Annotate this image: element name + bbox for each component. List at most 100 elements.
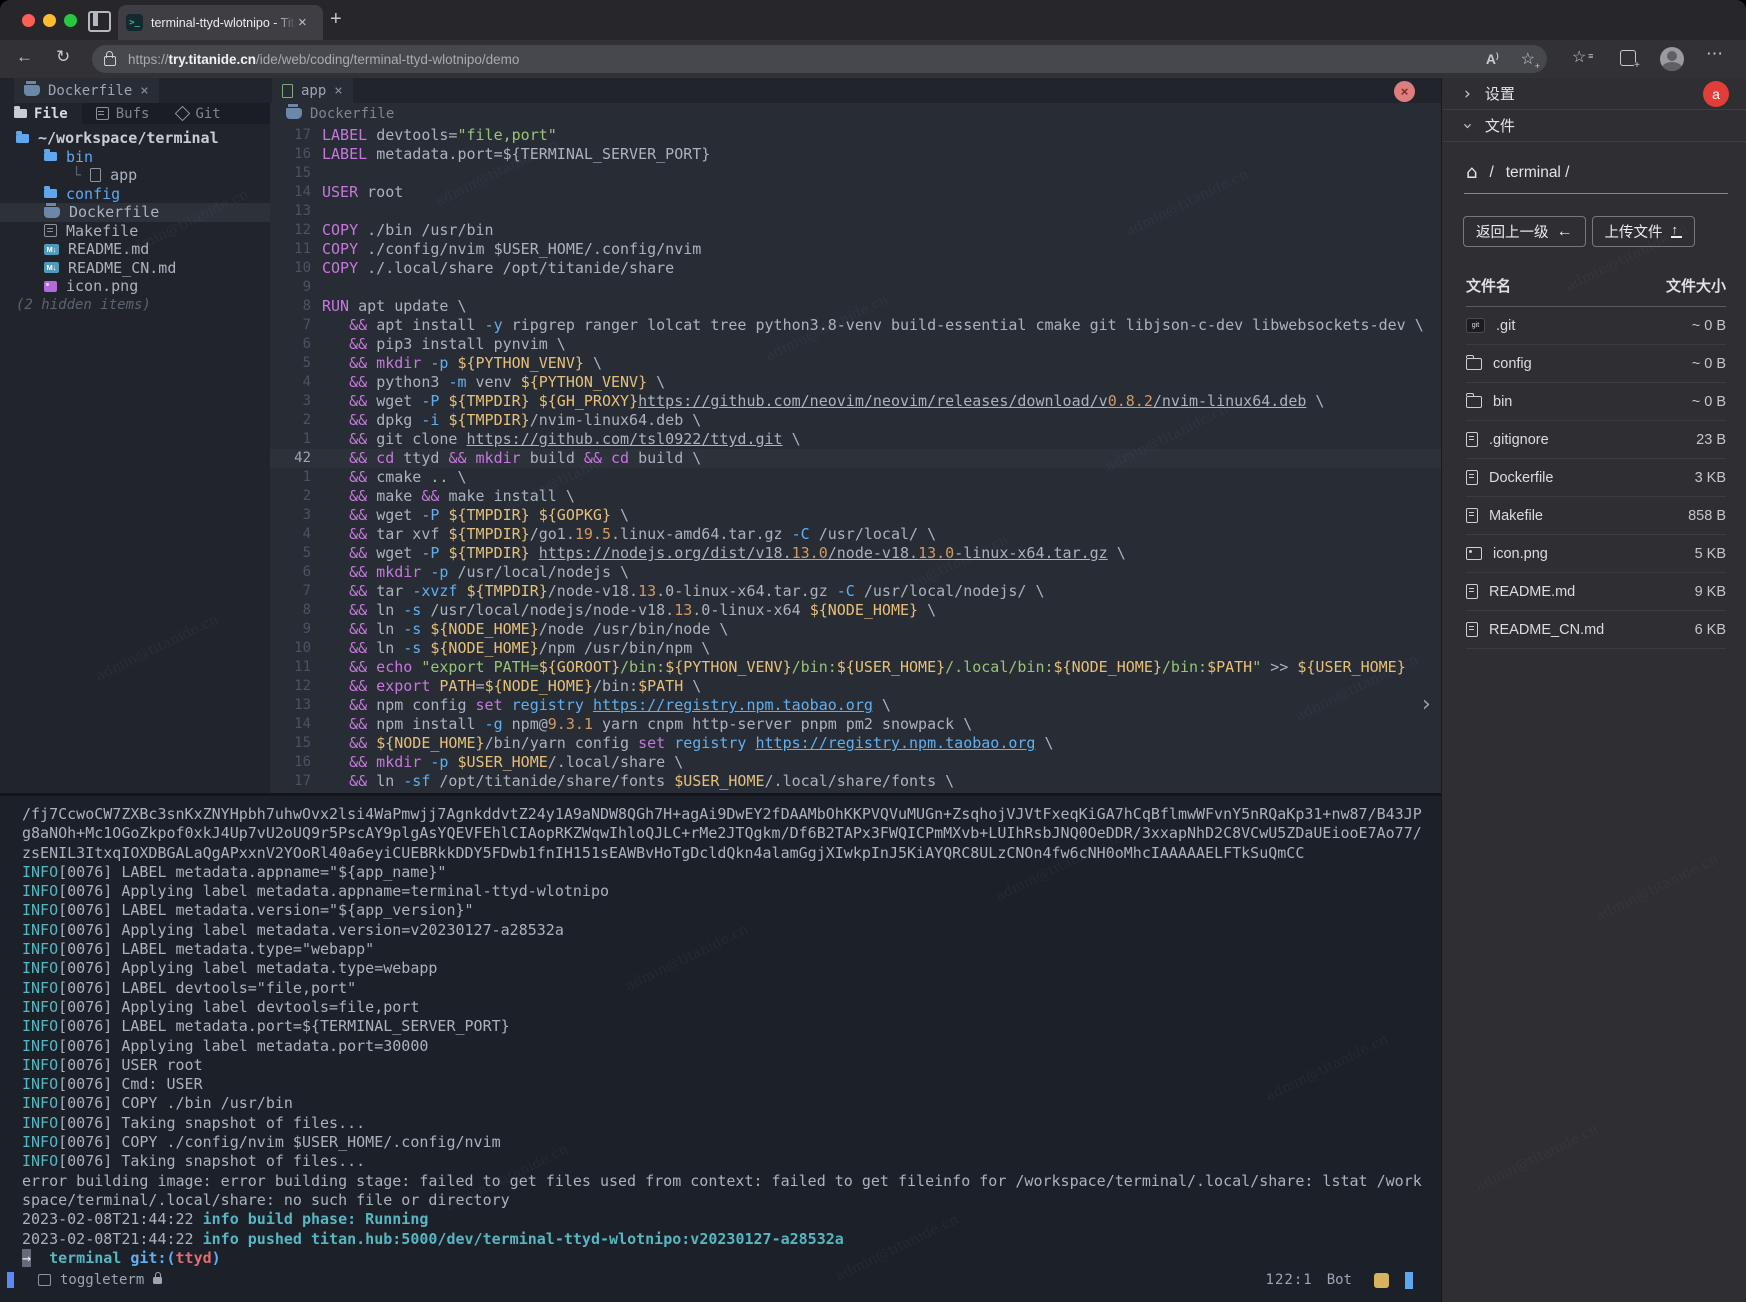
close-icon[interactable]: × [140, 83, 148, 99]
terminal-line: /fj7CcwoCW7ZXBc3snKxZNYHpbh7uhwOvx2lsi4W… [22, 805, 1441, 824]
code-line[interactable]: 2 && dpkg -i ${TMPDIR}/nvim-linux64.deb … [270, 411, 1441, 430]
tree-item-icon-png[interactable]: icon.png [0, 277, 270, 296]
code-line[interactable]: 15 [270, 164, 1441, 183]
sidebar-tab-file[interactable]: File [0, 103, 82, 124]
terminal-panel[interactable]: /fj7CcwoCW7ZXBc3snKxZNYHpbh7uhwOvx2lsi4W… [0, 793, 1441, 1302]
path-breadcrumb: ⌂ / terminal / [1442, 142, 1746, 193]
file-row-config[interactable]: config~ 0 B [1466, 345, 1726, 383]
code-line[interactable]: 15 && ${NODE_HOME}/bin/yarn config set r… [270, 734, 1441, 753]
code-line[interactable]: 6 && mkdir -p /usr/local/nodejs \ [270, 563, 1441, 582]
back-icon[interactable]: ← [16, 47, 33, 67]
tab-close-icon[interactable]: × [298, 14, 307, 31]
code-line[interactable]: 17LABEL devtools="file,port" [270, 126, 1441, 145]
browser-sidebar-icon[interactable] [88, 11, 111, 32]
folder-icon [44, 189, 57, 198]
editor-buffer-tab[interactable]: app × [272, 78, 353, 103]
browser-tab[interactable]: >_ terminal-ttyd-wlotnipo - TitanI × [118, 5, 323, 40]
address-bar[interactable]: https://try.titanide.cn/ide/web/coding/t… [92, 45, 1547, 73]
sidebar-buffer-tab[interactable]: Dockerfile × [14, 78, 159, 103]
user-badge[interactable]: a [1703, 81, 1729, 107]
tree-item-readme-md[interactable]: M↓README.md [0, 240, 270, 259]
code-line[interactable]: 9 [270, 278, 1441, 297]
tree-item--workspace-terminal[interactable]: ~/workspace/terminal [0, 129, 270, 148]
tree-item-config[interactable]: config [0, 185, 270, 204]
line-number: 7 [270, 316, 322, 335]
more-menu-icon[interactable]: ⋯ [1706, 44, 1723, 64]
file-row-makefile[interactable]: Makefile858 B [1466, 497, 1726, 535]
file-row--gitignore[interactable]: .gitignore23 B [1466, 421, 1726, 459]
code-line[interactable]: 5 && mkdir -p ${PYTHON_VENV} \ [270, 354, 1441, 373]
go-up-button[interactable]: 返回上一级 ← [1463, 216, 1586, 247]
code-line[interactable]: 11 && echo "export PATH=${GOROOT}/bin:${… [270, 658, 1441, 677]
code-line[interactable]: 13 && npm config set registry https://re… [270, 696, 1441, 715]
file-row-bin[interactable]: bin~ 0 B [1466, 383, 1726, 421]
tree-item-readme-cn-md[interactable]: M↓README_CN.md [0, 259, 270, 278]
code-line[interactable]: 7 && apt install -y ripgrep ranger lolca… [270, 316, 1441, 335]
profile-avatar[interactable] [1660, 47, 1684, 71]
code-line[interactable]: 9 && ln -s ${NODE_HOME}/node /usr/bin/no… [270, 620, 1441, 639]
file-row-readme-cn-md[interactable]: README_CN.md6 KB [1466, 611, 1726, 649]
section-files[interactable]: › 文件 [1442, 110, 1746, 142]
code-line[interactable]: 4 && tar xvf ${TMPDIR}/go1.19.5.linux-am… [270, 525, 1441, 544]
window-zoom-button[interactable] [64, 14, 77, 27]
browser-titlebar: >_ terminal-ttyd-wlotnipo - TitanI × + [0, 0, 1746, 40]
sidebar-tab-bufs[interactable]: Bufs [82, 103, 164, 124]
tree-item-dockerfile[interactable]: Dockerfile [0, 203, 270, 222]
code-line[interactable]: 10 && ln -s ${NODE_HOME}/npm /usr/bin/np… [270, 639, 1441, 658]
reload-icon[interactable]: ↻ [56, 47, 70, 67]
url-text[interactable]: https://try.titanide.cn/ide/web/coding/t… [128, 52, 519, 67]
line-number: 2 [270, 487, 322, 506]
code-line[interactable]: 11COPY ./config/nvim $USER_HOME/.config/… [270, 240, 1441, 259]
tree-item-app[interactable]: └ app [0, 166, 270, 185]
code-line[interactable]: 3 && wget -P ${TMPDIR} ${GH_PROXY}https:… [270, 392, 1441, 411]
section-settings[interactable]: › 设置 a [1442, 78, 1746, 110]
collections-icon[interactable] [1620, 50, 1636, 66]
line-number: 7 [270, 582, 322, 601]
code-line[interactable]: 3 && wget -P ${TMPDIR} ${GOPKG} \ [270, 506, 1441, 525]
code-line[interactable]: 1 && cmake .. \ [270, 468, 1441, 487]
code-line[interactable]: 14USER root [270, 183, 1441, 202]
code-line[interactable]: 6 && pip3 install pynvim \ [270, 335, 1441, 354]
code-line-current[interactable]: 42 && cd ttyd && mkdir build && cd build… [270, 449, 1441, 468]
tree-item-makefile[interactable]: Makefile [0, 222, 270, 241]
close-icon[interactable]: × [334, 83, 342, 99]
file-row--git[interactable]: git.git~ 0 B [1466, 307, 1726, 345]
file-row-readme-md[interactable]: README.md9 KB [1466, 573, 1726, 611]
home-icon[interactable]: ⌂ [1466, 162, 1477, 183]
line-number: 13 [270, 202, 322, 221]
code-line[interactable]: 5 && wget -P ${TMPDIR} https://nodejs.or… [270, 544, 1441, 563]
window-minimize-button[interactable] [43, 14, 56, 27]
code-line[interactable]: 13 [270, 202, 1441, 221]
add-favorite-icon[interactable]: ☆+ [1521, 49, 1535, 69]
code-line[interactable]: 16 && mkdir -p $USER_HOME/.local/share \ [270, 753, 1441, 772]
code-editor[interactable]: Dockerfile 17LABEL devtools="file,port"1… [270, 103, 1441, 793]
terminal-line: INFO[0076] Applying label devtools=file,… [22, 998, 1441, 1017]
code-line[interactable]: 8 && ln -s /usr/local/nodejs/node-v18.13… [270, 601, 1441, 620]
code-line[interactable]: 12 && export PATH=${NODE_HOME}/bin:$PATH… [270, 677, 1441, 696]
code-line[interactable]: 10COPY ./.local/share /opt/titanide/shar… [270, 259, 1441, 278]
code-line[interactable]: 1 && git clone https://github.com/tsl092… [270, 430, 1441, 449]
close-editor-button[interactable]: × [1394, 81, 1415, 102]
code-line[interactable]: 2 && make && make install \ [270, 487, 1441, 506]
markdown-icon: M↓ [44, 244, 59, 255]
code-line[interactable]: 8RUN apt update \ [270, 297, 1441, 316]
upload-button[interactable]: 上传文件 [1592, 216, 1695, 247]
code-line[interactable]: 16LABEL metadata.port=${TERMINAL_SERVER_… [270, 145, 1441, 164]
code-line[interactable]: 14 && npm install -g npm@9.3.1 yarn cnpm… [270, 715, 1441, 734]
new-tab-button[interactable]: + [330, 8, 342, 31]
favorites-bar-icon[interactable]: ☆≡ [1572, 49, 1586, 66]
file-explorer-sidebar: FileBufsGit ~/workspace/terminalbin└ app… [0, 103, 270, 793]
read-aloud-icon[interactable]: A) [1486, 51, 1499, 67]
code-line[interactable]: 12COPY ./bin /usr/bin [270, 221, 1441, 240]
file-row-dockerfile[interactable]: Dockerfile3 KB [1466, 459, 1726, 497]
code-line[interactable]: 4 && python3 -m venv ${PYTHON_VENV} \ [270, 373, 1441, 392]
file-row-icon-png[interactable]: icon.png5 KB [1466, 535, 1726, 573]
terminal-line: INFO[0076] Cmd: USER [22, 1075, 1441, 1094]
code-line[interactable]: 7 && tar -xvzf ${TMPDIR}/node-v18.13.0-l… [270, 582, 1441, 601]
sidebar-tab-git[interactable]: Git [163, 103, 234, 124]
window-close-button[interactable] [22, 14, 35, 27]
panel-collapse-chevron[interactable]: › [1422, 692, 1431, 717]
code-line[interactable]: 17 && ln -sf /opt/titanide/share/fonts $… [270, 772, 1441, 791]
file-size: 3 KB [1695, 470, 1726, 486]
tree-item-bin[interactable]: bin [0, 148, 270, 167]
